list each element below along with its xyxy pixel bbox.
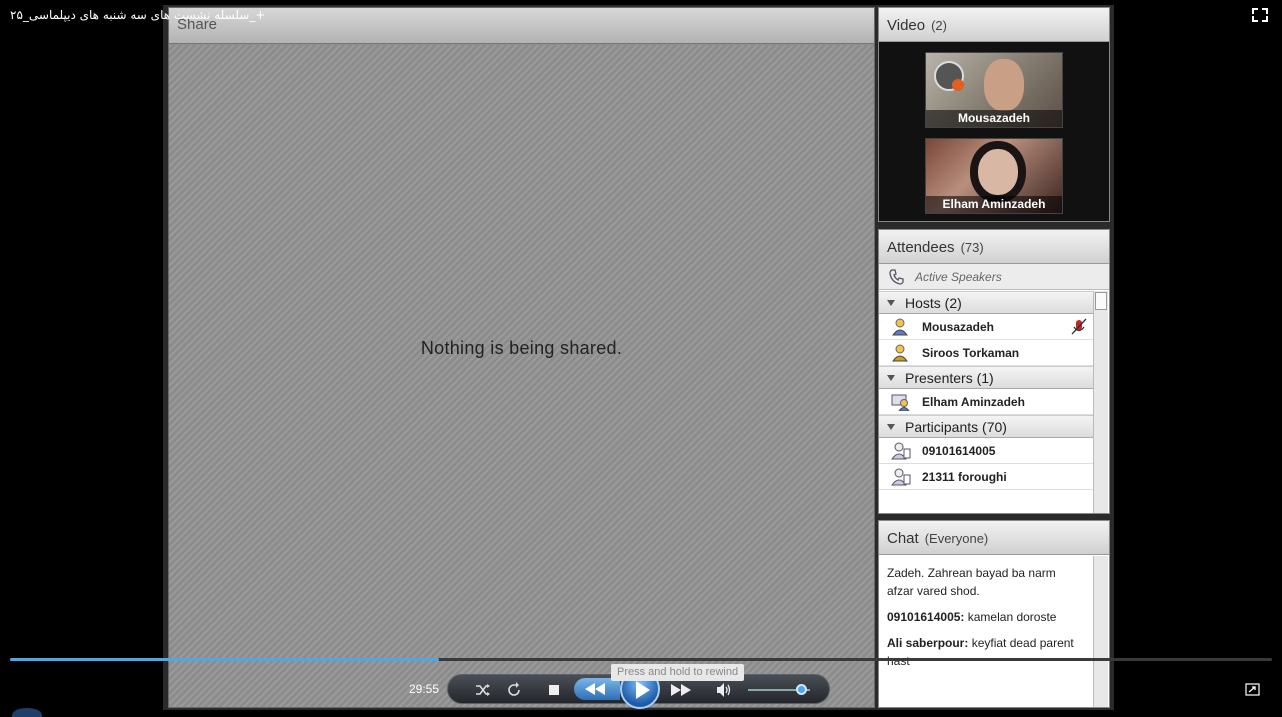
collapse-triangle-icon	[887, 300, 895, 306]
chat-scope: (Everyone)	[924, 531, 989, 546]
video-pod-header: Video (2)	[879, 8, 1109, 42]
chat-scrollbar[interactable]	[1093, 556, 1108, 707]
fullscreen-toggle-icon[interactable]	[1250, 6, 1270, 24]
attendee-row[interactable]: 09101614005	[879, 438, 1093, 464]
repeat-icon[interactable]	[505, 681, 523, 699]
chat-text: kamelan doroste	[964, 610, 1057, 624]
attendee-row[interactable]: Siroos Torkaman	[879, 340, 1093, 366]
participant-user-icon	[891, 442, 911, 460]
attendees-pod-header: Attendees (73)	[879, 230, 1109, 264]
share-pod: Share Nothing is being shared.	[168, 7, 875, 708]
rewind-tooltip: Press and hold to rewind	[611, 664, 745, 681]
share-pod-header: Share	[169, 8, 874, 44]
host-user-icon	[892, 344, 908, 362]
rewind-icon	[585, 683, 605, 695]
presenter-user-icon	[891, 394, 910, 411]
chat-pod-title: Chat	[887, 530, 919, 547]
volume-knob[interactable]	[795, 684, 807, 695]
group-presenters[interactable]: Presenters (1)	[879, 366, 1093, 389]
attendee-name: 09101614005	[922, 444, 996, 458]
attendees-pod: Attendees (73) Active Speakers Hosts (2) …	[878, 229, 1110, 514]
attendee-name: Elham Aminzadeh	[922, 395, 1025, 409]
collapse-triangle-icon	[887, 424, 895, 430]
attendee-row[interactable]: Mousazadeh	[879, 314, 1093, 340]
fast-forward-icon[interactable]	[670, 681, 692, 699]
microphone-muted-icon[interactable]	[1071, 318, 1087, 336]
video-tile-name: Mousazadeh	[926, 110, 1062, 127]
stop-icon[interactable]	[545, 681, 563, 699]
video-pod: Video (2) Mousazadeh Elham Aminzadeh	[878, 7, 1110, 222]
share-content-area: Nothing is being shared.	[169, 45, 874, 707]
active-speakers-bar: Active Speakers	[879, 264, 1109, 290]
chat-messages: Zadeh. Zahrean bayad ba narm afzar vared…	[879, 556, 1093, 707]
switch-to-compact-view-icon[interactable]	[1245, 683, 1260, 696]
webcam-feed	[984, 59, 1024, 111]
seek-bar[interactable]	[10, 658, 1272, 661]
host-user-icon	[892, 318, 908, 336]
attendee-name: Siroos Torkaman	[922, 346, 1020, 360]
attendee-name: 21311 foroughi	[922, 470, 1007, 484]
group-label: Hosts (2)	[905, 295, 962, 311]
chat-message: 09101614005: kamelan doroste	[887, 608, 1085, 626]
video-tile-name: Elham Aminzadeh	[926, 196, 1062, 213]
attendees-pod-title: Attendees	[887, 239, 955, 256]
rewind-button[interactable]	[574, 678, 620, 700]
attendee-row[interactable]: 21311 foroughi	[879, 464, 1093, 490]
seek-progress	[10, 658, 440, 661]
player-window: سلسله نشست های سه شنبه های دیپلماسی_۲۵_+…	[0, 0, 1282, 717]
volume-icon[interactable]	[715, 681, 733, 699]
elapsed-time: 29:55	[409, 682, 440, 696]
video-count: (2)	[931, 18, 947, 33]
active-speakers-label: Active Speakers	[915, 270, 1002, 284]
collapse-triangle-icon	[887, 375, 895, 381]
attendee-row[interactable]: Elham Aminzadeh	[879, 389, 1093, 415]
chat-text: Zadeh. Zahrean bayad ba narm afzar vared…	[887, 566, 1056, 598]
chat-pod-header: Chat (Everyone)	[879, 521, 1109, 555]
window-title: سلسله نشست های سه شنبه های دیپلماسی_۲۵_+	[10, 8, 266, 22]
meeting-room: Share Nothing is being shared. Video (2) …	[163, 5, 1114, 710]
paused-video-icon	[934, 61, 964, 91]
share-empty-message: Nothing is being shared.	[420, 338, 623, 358]
chat-message: Zadeh. Zahrean bayad ba narm afzar vared…	[887, 564, 1085, 600]
attendees-scrollbar[interactable]	[1093, 291, 1108, 513]
video-tile[interactable]: Elham Aminzadeh	[925, 138, 1063, 214]
attendee-name: Mousazadeh	[922, 320, 995, 334]
group-label: Presenters (1)	[905, 370, 994, 386]
group-label: Participants (70)	[905, 419, 1007, 435]
chat-sender: 09101614005:	[887, 610, 965, 624]
webcam-feed	[978, 149, 1018, 195]
chat-sender: Ali saberpour:	[887, 636, 969, 650]
participant-user-icon	[891, 468, 911, 486]
phone-icon	[889, 269, 904, 285]
video-tile[interactable]: Mousazadeh	[925, 52, 1063, 128]
group-hosts[interactable]: Hosts (2)	[879, 291, 1093, 314]
video-pod-title: Video	[887, 17, 926, 34]
attendees-count: (73)	[960, 240, 984, 255]
start-orb[interactable]	[12, 708, 42, 717]
chat-pod: Chat (Everyone) Zadeh. Zahrean bayad ba n…	[878, 520, 1110, 708]
group-participants[interactable]: Participants (70)	[879, 415, 1093, 438]
chat-message: Ali saberpour: keyfiat dead parent hast	[887, 634, 1085, 670]
attendee-list: Hosts (2) Mousazadeh Siroos Torkaman Pre…	[879, 291, 1093, 513]
shuffle-icon[interactable]	[474, 681, 492, 699]
scrollbar-thumb[interactable]	[1095, 292, 1107, 310]
